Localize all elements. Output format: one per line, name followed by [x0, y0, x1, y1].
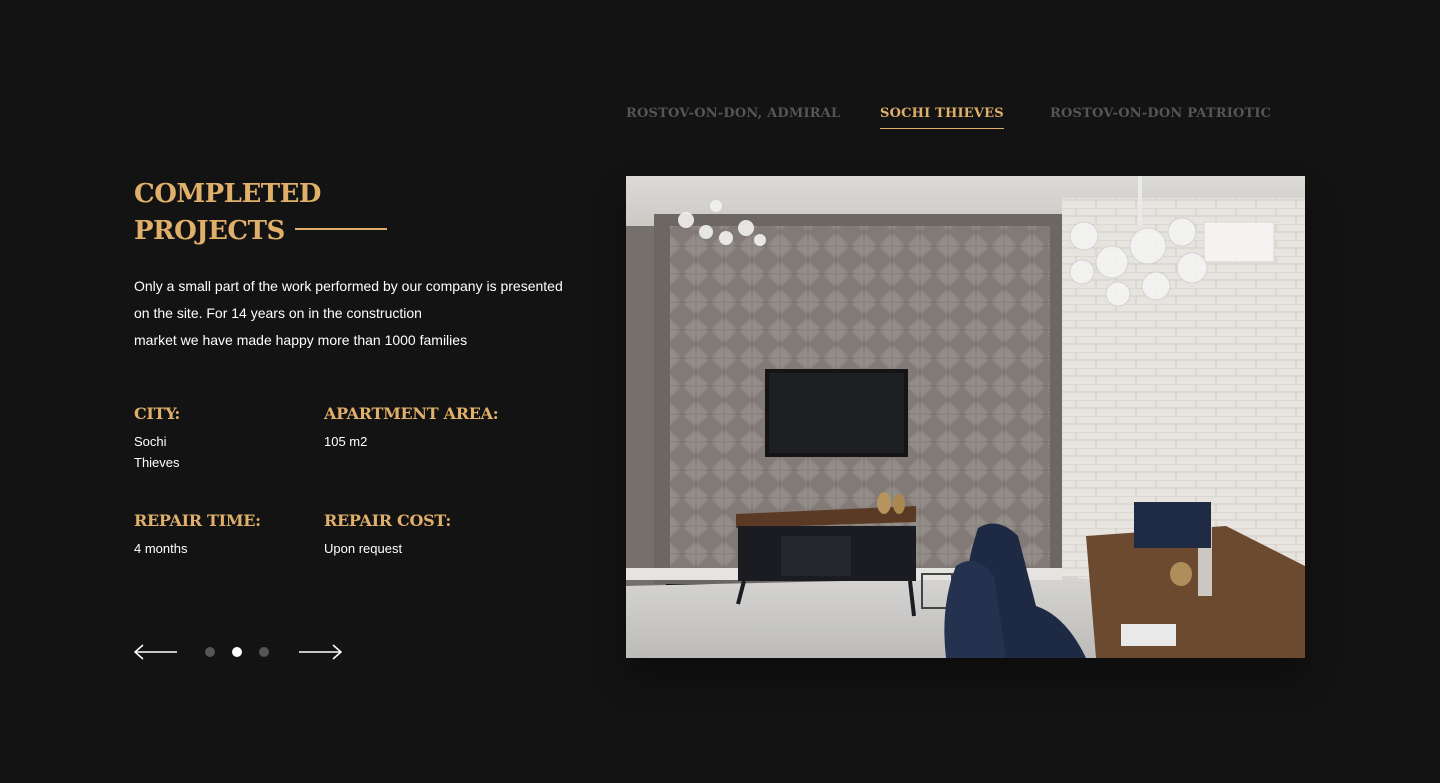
page-title: COMPLETED PROJECTS	[134, 176, 321, 250]
area-value-text: 105 m2	[324, 434, 368, 449]
page-title-line-2: PROJECTS	[134, 216, 285, 246]
intro-line-3: market we have made happy more than 1000…	[134, 332, 468, 348]
repair-time-value-text: 4 months	[134, 541, 188, 556]
project-photo	[626, 176, 1305, 658]
tab-rostov-admiral[interactable]: ROSTOV-ON-DON, ADMIRAL	[626, 106, 840, 128]
repair-cost-value: Upon request	[324, 538, 451, 559]
slide-dot-1[interactable]	[205, 647, 215, 657]
tab-sochi-thieves[interactable]: SOCHI THIEVES	[880, 106, 1004, 129]
repair-cost-label: REPAIR COST:	[324, 511, 451, 530]
arrow-left-icon[interactable]	[133, 644, 178, 660]
slide-dot-3[interactable]	[259, 647, 269, 657]
detail-repair-time: REPAIR TIME: 4 months	[134, 511, 261, 559]
repair-time-value: 4 months	[134, 538, 261, 559]
city-value: Sochi Thieves	[134, 431, 180, 473]
arrow-right-icon[interactable]	[298, 644, 343, 660]
slide-dot-2[interactable]	[232, 647, 242, 657]
intro-line-1: Only a small part of the work performed …	[134, 278, 563, 294]
intro-line-2: on the site. For 14 years on in the cons…	[134, 305, 422, 321]
city-label: CITY:	[134, 404, 180, 423]
tab-rostov-patriotic[interactable]: ROSTOV-ON-DON PATRIOTIC	[1050, 106, 1271, 128]
detail-city: CITY: Sochi Thieves	[134, 404, 180, 473]
repair-cost-value-text: Upon request	[324, 541, 403, 556]
area-label: APARTMENT AREA:	[324, 404, 499, 423]
page-title-line-1: COMPLETED	[134, 179, 321, 209]
repair-time-label: REPAIR TIME:	[134, 511, 261, 530]
intro-text: Only a small part of the work performed …	[134, 273, 584, 354]
city-value-line-1: Sochi	[134, 434, 167, 449]
title-divider	[295, 228, 387, 230]
detail-repair-cost: REPAIR COST: Upon request	[324, 511, 451, 559]
area-value: 105 m2	[324, 431, 498, 452]
city-value-line-2: Thieves	[134, 455, 180, 470]
interior-illustration	[626, 176, 1305, 658]
detail-apartment-area: APARTMENT AREA: 105 m2	[324, 404, 499, 452]
